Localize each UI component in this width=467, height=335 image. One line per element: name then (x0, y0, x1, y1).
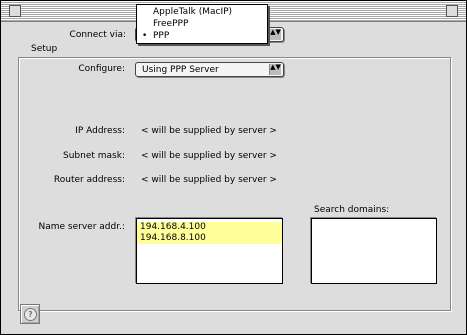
configure-popup-arrows: ▲▼ (269, 64, 281, 75)
name-server-entries: 194.168.4.100 194.168.8.100 (137, 219, 282, 244)
configure-popup[interactable]: Using PPP Server ▲▼ (135, 62, 284, 77)
connect-via-popup-arrows: ▲▼ (269, 29, 281, 40)
search-domains-list[interactable] (311, 218, 437, 284)
configure-popup-value: Using PPP Server (142, 65, 219, 75)
subnet-mask-label: Subnet mask: (63, 151, 125, 161)
search-domains-label: Search domains: (314, 205, 390, 215)
name-server-entry[interactable]: 194.168.4.100 (137, 222, 282, 233)
menu-item-appletalk[interactable]: AppleTalk (MacIP) (137, 7, 267, 18)
close-box-icon[interactable] (9, 5, 21, 17)
router-address-label: Router address: (53, 175, 125, 185)
help-icon: ? (24, 308, 37, 321)
menu-item-ppp[interactable]: • PPP (137, 31, 267, 42)
help-button[interactable]: ? (20, 304, 40, 324)
subnet-mask-value: < will be supplied by server > (141, 151, 277, 161)
window-content: Connect via: ▲▼ Setup Configure: Using P… (1, 22, 466, 334)
menu-item-freeppp-label: FreePPP (153, 19, 189, 29)
connect-via-menu: AppleTalk (MacIP) FreePPP • PPP (136, 4, 268, 44)
configure-label: Configure: (78, 64, 125, 74)
menu-item-appletalk-label: AppleTalk (MacIP) (153, 7, 233, 17)
connect-via-label: Connect via: (69, 30, 126, 40)
selected-bullet-icon: • (142, 31, 148, 41)
ip-address-label: IP Address: (75, 126, 125, 136)
tcpip-window: Connect via: ▲▼ Setup Configure: Using P… (0, 0, 467, 335)
name-server-label: Name server addr.: (38, 222, 125, 232)
setup-group-title: Setup (29, 44, 60, 54)
ip-address-value: < will be supplied by server > (141, 126, 277, 136)
name-server-entry[interactable]: 194.168.8.100 (137, 233, 282, 244)
zoom-box-icon[interactable] (446, 5, 458, 17)
menu-item-freeppp[interactable]: FreePPP (137, 19, 267, 30)
router-address-value: < will be supplied by server > (141, 175, 277, 185)
menu-item-ppp-label: PPP (153, 31, 170, 41)
name-server-list[interactable]: 194.168.4.100 194.168.8.100 (136, 218, 283, 284)
